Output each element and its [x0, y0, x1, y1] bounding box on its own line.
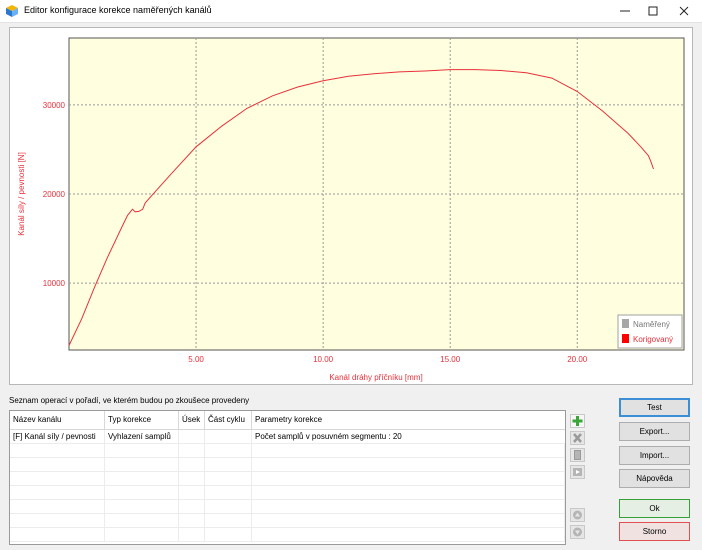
cell-cycle-part [205, 430, 252, 443]
empty-cell [10, 528, 105, 541]
empty-cell [10, 500, 105, 513]
empty-cell [252, 514, 565, 527]
chart-legend: Naměřený Korigovaný [617, 314, 683, 349]
column-header[interactable]: Typ korekce [105, 411, 179, 429]
empty-cell [205, 528, 252, 541]
table-header: Název kanálu Typ korekce Úsek Část cyklu… [10, 411, 565, 430]
empty-cell [205, 514, 252, 527]
legend-swatch [622, 319, 629, 328]
y-tick-label: 30000 [43, 101, 66, 110]
empty-cell [205, 458, 252, 471]
empty-table-row [10, 458, 565, 472]
empty-cell [10, 444, 105, 457]
title-bar: Editor konfigurace korekce naměřených ka… [0, 0, 702, 23]
column-header[interactable]: Úsek [179, 411, 205, 429]
empty-cell [179, 500, 205, 513]
chart-panel: 5.00 10.00 15.00 20.00 10000 20000 30000 Kanál… [9, 27, 693, 385]
empty-cell [252, 472, 565, 485]
column-header[interactable]: Parametry korekce [252, 411, 565, 429]
empty-cell [10, 472, 105, 485]
add-icon[interactable] [570, 414, 585, 428]
empty-cell [179, 528, 205, 541]
operations-table[interactable]: Název kanálu Typ korekce Úsek Část cyklu… [9, 410, 566, 545]
import-button[interactable]: Import... [619, 446, 690, 465]
cancel-button[interactable]: Storno [619, 522, 690, 541]
y-axis-label: Kanál síly / pevnosti [N] [17, 152, 26, 236]
empty-cell [179, 472, 205, 485]
cell-channel: [F] Kanál síly / pevnosti [10, 430, 105, 443]
move-up-icon[interactable] [570, 508, 585, 522]
empty-cell [105, 528, 179, 541]
empty-cell [10, 486, 105, 499]
y-tick-label: 20000 [43, 190, 66, 199]
force-displacement-chart: 5.00 10.00 15.00 20.00 10000 20000 30000 Kanál… [17, 37, 685, 382]
column-header[interactable]: Část cyklu [205, 411, 252, 429]
y-tick-label: 10000 [43, 279, 66, 288]
export-button[interactable]: Export... [619, 422, 690, 441]
delete-icon[interactable] [570, 431, 585, 445]
window-title: Editor konfigurace korekce naměřených ka… [24, 5, 212, 15]
cell-segment [179, 430, 205, 443]
x-tick-label: 5.00 [188, 355, 204, 364]
empty-table-row [10, 486, 565, 500]
ok-button[interactable]: Ok [619, 499, 690, 518]
x-tick-label: 10.00 [313, 355, 334, 364]
minimize-icon[interactable] [611, 0, 639, 22]
cell-parameters: Počet samplů v posuvném segmentu : 20 [255, 432, 402, 441]
empty-table-row [10, 528, 565, 542]
empty-cell [252, 486, 565, 499]
legend-label-corrected: Korigovaný [633, 335, 673, 344]
empty-cell [179, 486, 205, 499]
table-row[interactable]: [F] Kanál síly / pevnosti Vyhlazení samp… [10, 430, 565, 444]
cell-correction-type: Vyhlazení samplů [105, 430, 179, 443]
empty-cell [205, 500, 252, 513]
x-tick-label: 15.00 [440, 355, 461, 364]
empty-cell [10, 458, 105, 471]
help-button[interactable]: Nápověda [619, 469, 690, 488]
empty-cell [105, 514, 179, 527]
empty-table-row [10, 500, 565, 514]
empty-cell [105, 486, 179, 499]
empty-table-row [10, 472, 565, 486]
empty-cell [179, 458, 205, 471]
app-icon [6, 5, 18, 17]
apply-icon[interactable] [570, 465, 585, 479]
close-icon[interactable] [670, 0, 698, 22]
empty-cell [205, 486, 252, 499]
empty-table-row [10, 514, 565, 528]
empty-cell [10, 514, 105, 527]
empty-cell [105, 458, 179, 471]
empty-cell [205, 444, 252, 457]
x-axis-label: Kanál dráhy příčníku [mm] [329, 373, 422, 382]
x-tick-label: 20.00 [567, 355, 588, 364]
empty-cell [105, 500, 179, 513]
empty-cell [105, 444, 179, 457]
move-down-icon[interactable] [570, 525, 585, 539]
empty-cell [252, 528, 565, 541]
legend-label-measured: Naměřený [633, 320, 670, 329]
empty-cell [179, 514, 205, 527]
operations-caption: Seznam operací v pořadí, ve kterém budou… [9, 396, 250, 405]
empty-cell [205, 472, 252, 485]
column-header[interactable]: Název kanálu [10, 411, 105, 429]
empty-cell [252, 458, 565, 471]
maximize-icon[interactable] [639, 0, 667, 22]
empty-cell [252, 500, 565, 513]
empty-cell [105, 472, 179, 485]
legend-swatch [622, 334, 629, 343]
empty-cell [252, 444, 565, 457]
test-button[interactable]: Test [619, 398, 690, 417]
empty-cell [179, 444, 205, 457]
empty-table-row [10, 444, 565, 458]
edit-icon[interactable] [570, 448, 585, 462]
